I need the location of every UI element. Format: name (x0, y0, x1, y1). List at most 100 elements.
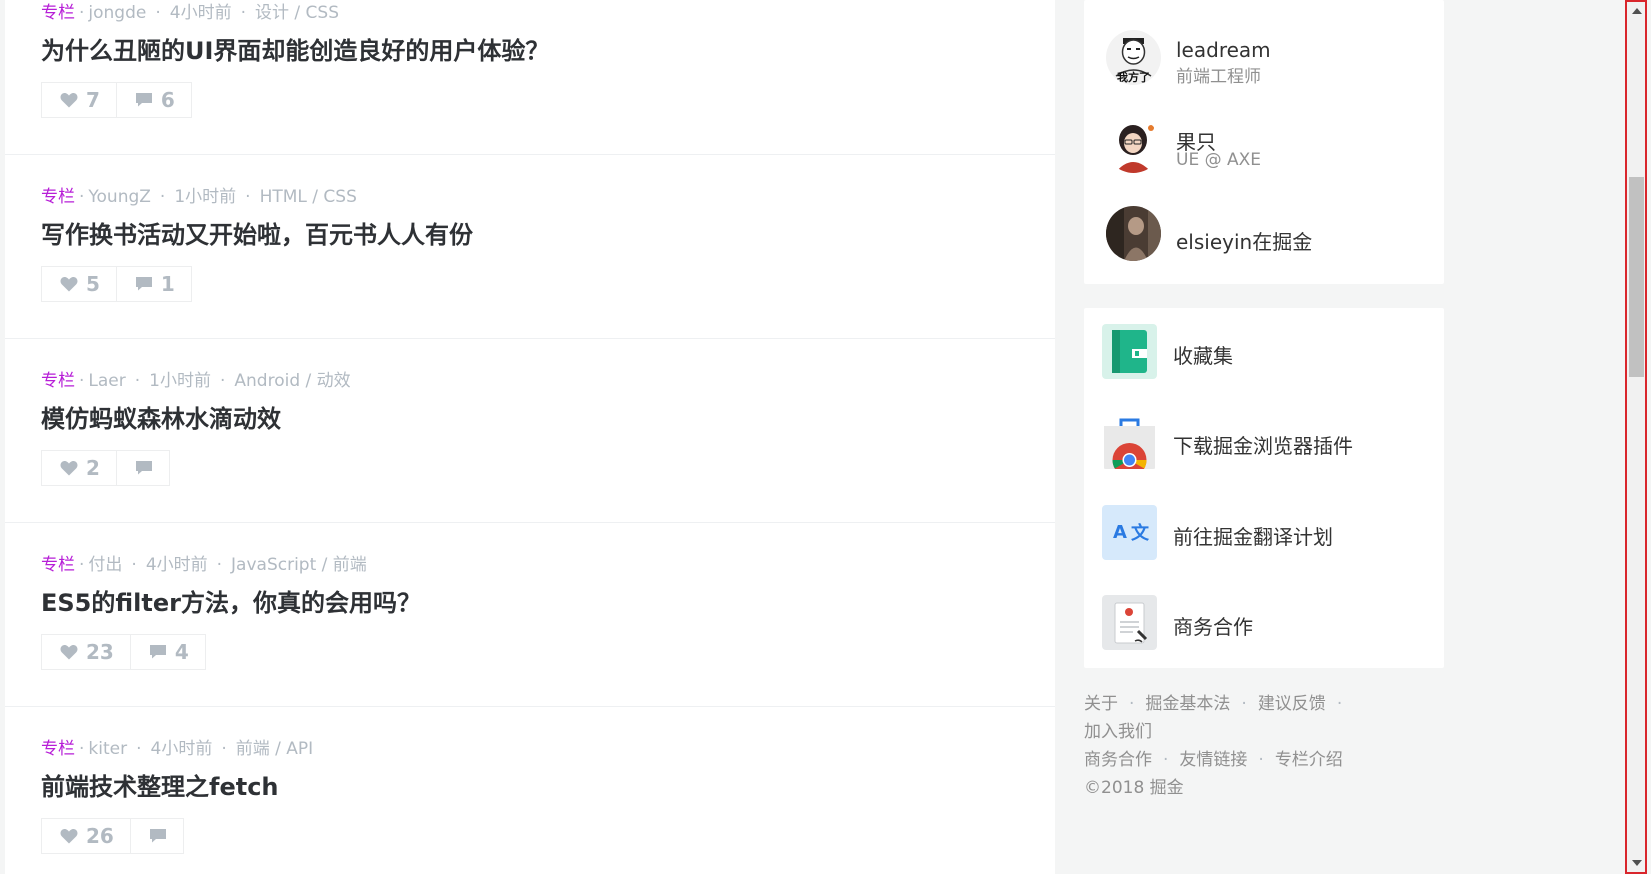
post-time: 4小时前 (145, 555, 208, 575)
footer-basic-law[interactable]: 掘金基本法 (1145, 694, 1230, 714)
svg-text:文: 文 (1131, 522, 1150, 544)
avatar[interactable]: 我方了 (1106, 30, 1161, 85)
comment-icon (135, 460, 153, 476)
article-title[interactable]: 模仿蚂蚁森林水滴动效 (41, 403, 281, 435)
comment-icon (135, 276, 153, 292)
article-entry[interactable]: 专栏 · YoungZ · 1小时前 · HTML / CSS 写作换书活动又开始啦，百元书… (5, 155, 1055, 339)
entry-actions: 5 1 (41, 266, 192, 302)
like-button[interactable]: 23 (41, 634, 131, 670)
comment-icon (149, 644, 167, 660)
heart-icon (60, 276, 78, 292)
category-tags[interactable]: JavaScript / 前端 (231, 555, 367, 575)
comment-button[interactable] (130, 818, 184, 854)
column-tag[interactable]: 专栏 (41, 187, 75, 207)
entry-actions: 7 6 (41, 82, 192, 118)
author-link[interactable]: kiter (88, 739, 127, 759)
post-time: 4小时前 (169, 3, 232, 23)
comment-count: 6 (160, 88, 175, 112)
like-button[interactable]: 26 (41, 818, 131, 854)
like-button[interactable]: 7 (41, 82, 117, 118)
scroll-down-arrow-icon[interactable] (1632, 860, 1642, 866)
entry-meta: 专栏 · 付出 · 4小时前 · JavaScript / 前端 (41, 555, 367, 575)
comment-button[interactable]: 4 (130, 634, 206, 670)
avatar[interactable] (1106, 206, 1161, 261)
link-label: 商务合作 (1173, 615, 1253, 639)
vertical-scrollbar[interactable] (1625, 0, 1647, 874)
site-footer: 关于 · 掘金基本法 · 建议反馈 · 加入我们 商务合作 · 友情链接 · 专栏介绍 ©2018… (1084, 694, 1343, 798)
footer-join[interactable]: 加入我们 (1084, 722, 1152, 742)
link-browser-extension[interactable]: 下载掘金浏览器插件 (1084, 404, 1444, 484)
footer-about[interactable]: 关于 (1084, 694, 1118, 714)
link-business[interactable]: 商务合作 (1084, 585, 1444, 665)
recommended-authors-card: 我方了 leadream 前端工程师 果只 UE @ AXE elsieyin在… (1084, 0, 1444, 284)
author-link[interactable]: Laer (88, 371, 125, 391)
article-title[interactable]: ES5的filter方法，你真的会用吗？ (41, 587, 421, 619)
link-translation[interactable]: A 文 前往掘金翻译计划 (1084, 495, 1444, 575)
footer-feedback[interactable]: 建议反馈 (1258, 694, 1326, 714)
post-time: 1小时前 (174, 187, 237, 207)
link-label: 收藏集 (1173, 344, 1233, 368)
like-button[interactable]: 2 (41, 450, 117, 486)
comment-button[interactable]: 6 (116, 82, 192, 118)
link-label: 前往掘金翻译计划 (1173, 525, 1333, 549)
column-tag[interactable]: 专栏 (41, 739, 75, 759)
scroll-up-arrow-icon[interactable] (1632, 8, 1642, 14)
link-collections[interactable]: 收藏集 (1084, 314, 1444, 394)
quick-links-card: 收藏集 下载掘金浏览器插件 A 文 前往掘金翻译计划 商务合作 (1084, 308, 1444, 668)
business-contract-icon (1102, 595, 1157, 650)
heart-icon (60, 460, 78, 476)
category-tags[interactable]: 设计 / CSS (255, 3, 339, 23)
comment-count: 1 (160, 272, 175, 296)
author-item[interactable]: 我方了 leadream 前端工程师 (1084, 22, 1444, 92)
author-item[interactable]: elsieyin在掘金 (1084, 200, 1444, 270)
footer-column-intro[interactable]: 专栏介绍 (1275, 750, 1343, 770)
comment-button[interactable] (116, 450, 170, 486)
entry-actions: 23 4 (41, 634, 206, 670)
like-count: 2 (86, 456, 100, 480)
avatar-caption: 我方了 (1117, 70, 1150, 84)
entry-meta: 专栏 · kiter · 4小时前 · 前端 / API (41, 739, 314, 759)
column-tag[interactable]: 专栏 (41, 371, 75, 391)
author-name[interactable]: leadream (1176, 38, 1271, 62)
category-tags[interactable]: 前端 / API (236, 739, 313, 759)
comment-count: 4 (174, 640, 189, 664)
entry-meta: 专栏 · Laer · 1小时前 · Android / 动效 (41, 371, 351, 391)
post-time: 4小时前 (150, 739, 213, 759)
entry-actions: 2 (41, 450, 170, 486)
footer-copyright: ©2018 掘金 (1084, 778, 1184, 798)
article-title[interactable]: 为什么丑陋的UI界面却能创造良好的用户体验？ (41, 35, 549, 67)
like-button[interactable]: 5 (41, 266, 117, 302)
comment-button[interactable]: 1 (116, 266, 192, 302)
article-entry[interactable]: 专栏 · kiter · 4小时前 · 前端 / API 前端技术整理之fetch 26 (5, 707, 1055, 874)
like-count: 23 (86, 640, 114, 664)
article-entry[interactable]: 专栏 · Laer · 1小时前 · Android / 动效 模仿蚂蚁森林水滴动效 2 (5, 339, 1055, 523)
column-tag[interactable]: 专栏 (41, 555, 75, 575)
avatar[interactable] (1106, 118, 1161, 173)
category-tags[interactable]: HTML / CSS (260, 187, 357, 207)
chrome-extension-icon (1102, 414, 1157, 469)
svg-text:A: A (1113, 522, 1127, 543)
post-time: 1小时前 (149, 371, 211, 391)
article-title[interactable]: 前端技术整理之fetch (41, 771, 279, 803)
footer-friend-links[interactable]: 友情链接 (1179, 750, 1247, 770)
heart-icon (60, 644, 78, 660)
heart-icon (60, 92, 78, 108)
author-name[interactable]: elsieyin在掘金 (1176, 226, 1312, 255)
author-link[interactable]: 付出 (88, 555, 122, 575)
article-entry[interactable]: 专栏 · jongde · 4小时前 · 设计 / CSS 为什么丑陋的UI界面却能创造良好… (5, 0, 1055, 155)
collection-icon (1102, 324, 1157, 379)
category-tags[interactable]: Android / 动效 (234, 371, 350, 391)
like-count: 5 (86, 272, 100, 296)
author-link[interactable]: YoungZ (88, 187, 151, 207)
article-title[interactable]: 写作换书活动又开始啦，百元书人人有份 (41, 219, 473, 251)
footer-business[interactable]: 商务合作 (1084, 750, 1152, 770)
comment-icon (135, 92, 153, 108)
author-item[interactable]: 果只 UE @ AXE (1084, 112, 1444, 182)
article-entry[interactable]: 专栏 · 付出 · 4小时前 · JavaScript / 前端 ES5的filter方法，… (5, 523, 1055, 707)
author-title: 前端工程师 (1176, 67, 1261, 87)
author-title: UE @ AXE (1176, 150, 1262, 170)
scroll-thumb[interactable] (1629, 177, 1644, 377)
column-tag[interactable]: 专栏 (41, 3, 75, 23)
comment-icon (149, 828, 167, 844)
author-link[interactable]: jongde (88, 3, 146, 23)
